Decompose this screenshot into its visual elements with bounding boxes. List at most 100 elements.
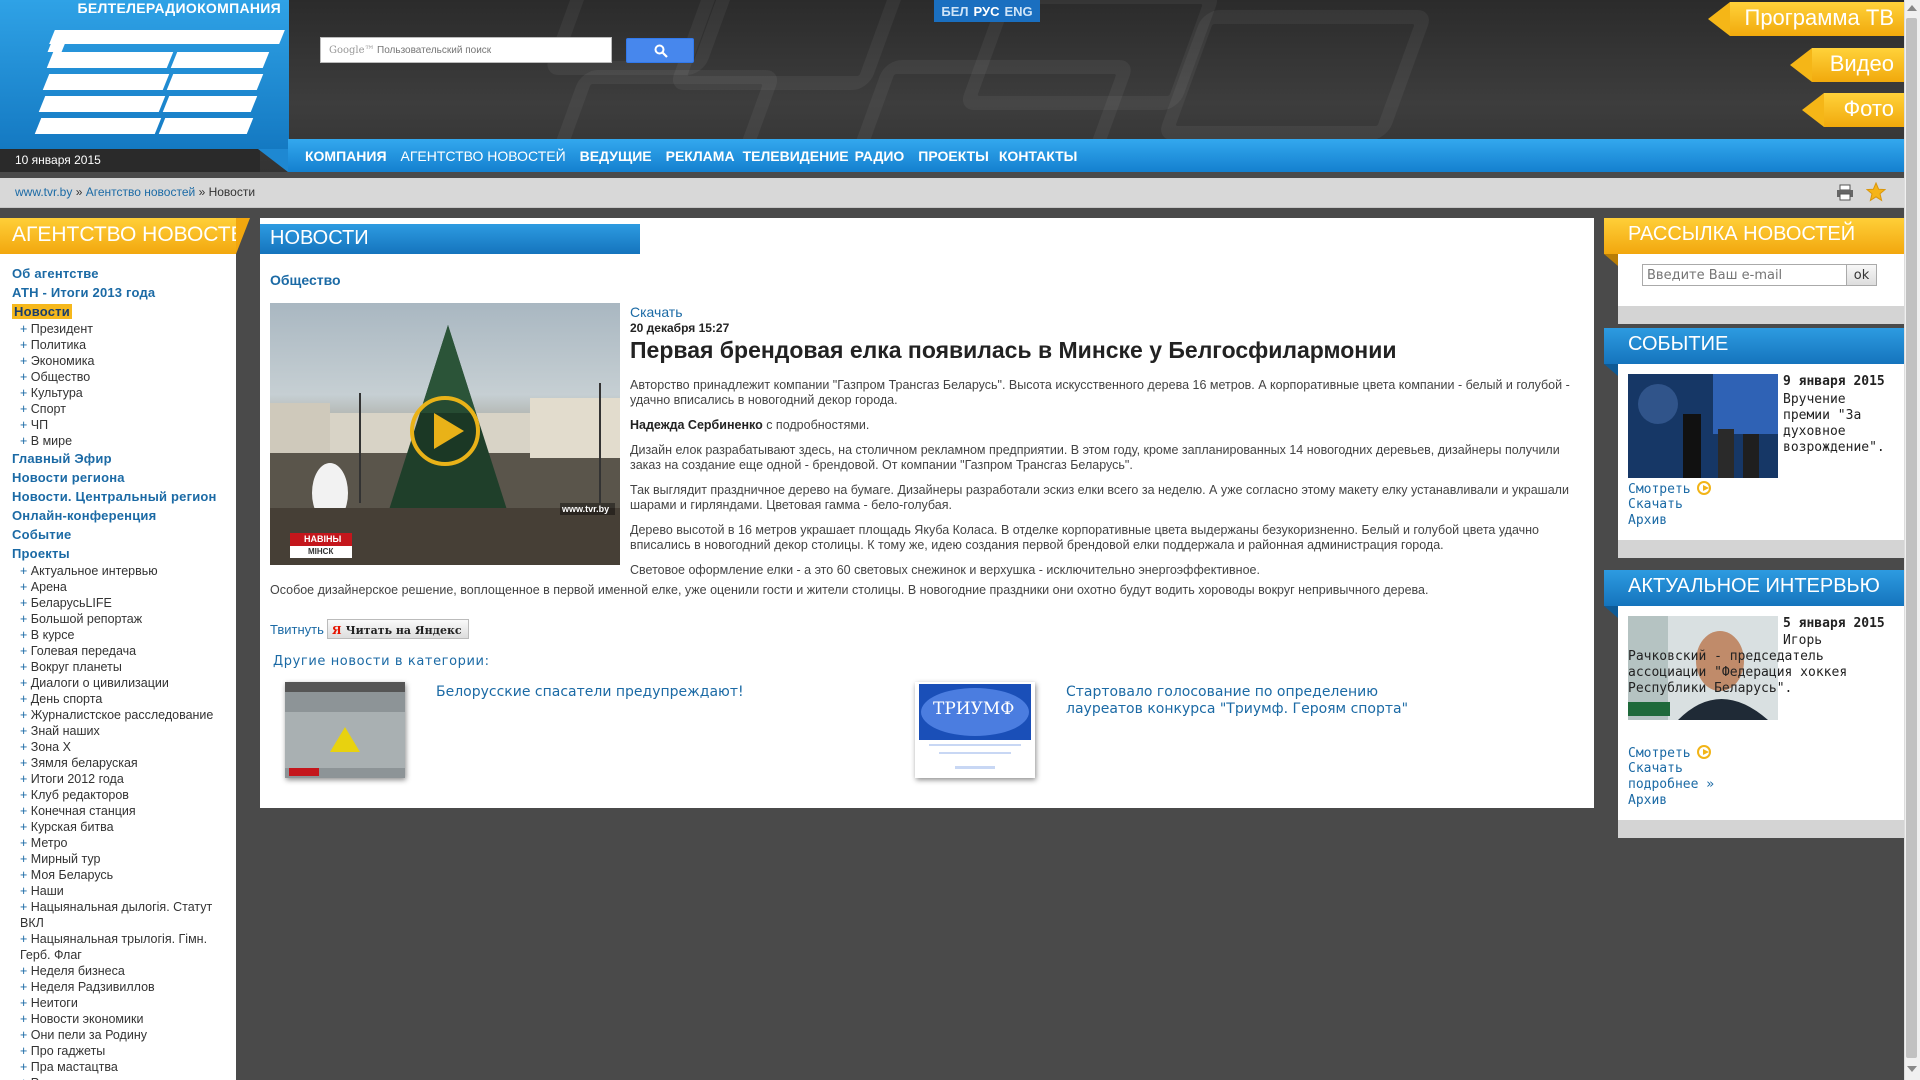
left-menu-subitem[interactable]: Метро (12, 835, 236, 851)
left-menu-subitem[interactable]: Журналистское расследование (12, 707, 236, 723)
site-logo[interactable]: БЕЛТЕЛЕРАДИОКОМПАНИЯ (0, 0, 289, 149)
interview-text: Игорь Рачковский - председатель ассоциац… (1628, 633, 1848, 696)
email-input[interactable] (1642, 264, 1847, 286)
left-menu-subitem[interactable]: В мире (12, 433, 236, 449)
left-menu-subitem[interactable]: Клуб редакторов (12, 787, 236, 803)
left-menu-item[interactable]: Об агентстве (12, 264, 236, 283)
left-menu-item[interactable]: Новости региона (12, 468, 236, 487)
left-menu-subitem[interactable]: Диалоги о цивилизации (12, 675, 236, 691)
tweet-link[interactable]: Твитнуть (270, 622, 324, 637)
scrollbar-thumb[interactable] (1906, 18, 1917, 1058)
video-tab[interactable]: Видео (1790, 48, 1904, 82)
left-menu-subitem[interactable]: Итоги 2012 года (12, 771, 236, 787)
category-link[interactable]: Общество (270, 272, 341, 288)
print-icon[interactable] (1836, 184, 1854, 201)
photo-tab[interactable]: Фото (1802, 93, 1904, 127)
left-menu-label: Новости региона (12, 470, 125, 485)
left-menu-item[interactable]: Событие (12, 525, 236, 544)
interview-more-link[interactable]: подробнее » (1628, 777, 1714, 792)
interview-watch-link[interactable]: Смотреть (1628, 745, 1711, 761)
left-menu-subitem[interactable]: Общество (12, 369, 236, 385)
breadcrumb-home[interactable]: www.tvr.by (15, 185, 72, 199)
subscribe-ok-button[interactable]: ok (1846, 264, 1877, 286)
yandex-read-button[interactable]: Я Читать на Яндекс (326, 619, 469, 639)
event-watch-link[interactable]: Смотреть (1628, 481, 1711, 497)
scroll-up-icon[interactable] (1907, 5, 1917, 11)
left-menu-subitem[interactable]: Вокруг планеты (12, 659, 236, 675)
left-menu-subitem[interactable]: Спорт (12, 401, 236, 417)
related-thumb-rescuers[interactable] (285, 682, 405, 778)
left-menu-item[interactable]: Онлайн-конференция (12, 506, 236, 525)
event-download-link[interactable]: Скачать (1628, 497, 1683, 512)
nav-tv[interactable]: ТЕЛЕВИДЕНИЕ (743, 148, 849, 164)
left-menu-subitem[interactable]: Актуальное интервью (12, 563, 236, 579)
left-menu-subitem[interactable]: День спорта (12, 691, 236, 707)
nav-radio[interactable]: РАДИО (855, 148, 905, 164)
left-menu-subitem[interactable]: Моя Беларусь (12, 867, 236, 883)
left-menu-subitem[interactable]: БеларусьLIFE (12, 595, 236, 611)
left-menu-subitem[interactable]: Зона Х (12, 739, 236, 755)
interview-download-link[interactable]: Скачать (1628, 761, 1683, 776)
search-button[interactable] (626, 38, 694, 63)
lang-en[interactable]: ENG (1004, 4, 1032, 19)
left-menu-subitem[interactable]: Президент (12, 321, 236, 337)
favorite-star-icon[interactable] (1866, 182, 1886, 202)
video-player[interactable]: НАВІНЫ МІНСК www.tvr.by (270, 303, 620, 565)
left-menu-label: Новости. Центральный регион (12, 489, 217, 504)
interview-archive-link[interactable]: Архив (1628, 793, 1667, 808)
left-menu-subitem[interactable]: Политика (12, 337, 236, 353)
left-menu-subitem[interactable]: Неделя бизнеса (12, 963, 236, 979)
download-link[interactable]: Скачать (630, 304, 1580, 320)
left-menu-subitem[interactable]: Новости экономики (12, 1011, 236, 1027)
nav-company[interactable]: КОМПАНИЯ (305, 148, 387, 164)
left-menu-item[interactable]: Новости. Центральный регион (12, 487, 236, 506)
left-menu-subitem[interactable]: Зямля беларуская (12, 755, 236, 771)
left-menu-subitem[interactable]: Арена (12, 579, 236, 595)
lang-be[interactable]: БЕЛ (941, 4, 968, 19)
nav-news-agency[interactable]: АГЕНТСТВО НОВОСТЕЙ (401, 148, 566, 164)
related-thumb-triumph[interactable]: ТРИУМФ (915, 682, 1035, 778)
left-menu-subitem[interactable]: Они пели за Родину (12, 1027, 236, 1043)
left-menu-subitem[interactable]: Экономика (12, 353, 236, 369)
tv-program-tab[interactable]: Программа ТВ (1708, 2, 1904, 36)
related-link-rescuers[interactable]: Белорусские спасатели предупреждают! (436, 684, 836, 701)
left-menu-subitem[interactable]: Нацыянальная дылогія. Статут ВКЛ (12, 899, 236, 931)
left-menu-subitem[interactable]: Про гаджеты (12, 1043, 236, 1059)
article-date: 20 декабря 15:27 (630, 321, 730, 335)
left-menu-subitem[interactable]: Знай наших (12, 723, 236, 739)
related-news-heading: Другие новости в категории: (273, 654, 490, 669)
left-menu-subitem[interactable]: Неитоги (12, 995, 236, 1011)
left-menu-subitem[interactable]: Неделя Радзивиллов (12, 979, 236, 995)
left-menu-subitem[interactable]: Культура (12, 385, 236, 401)
left-menu-subitem[interactable]: Конечная станция (12, 803, 236, 819)
left-menu-subitem[interactable]: В курсе (12, 627, 236, 643)
left-menu: Об агентстве АТН - Итоги 2013 года Новости… (0, 254, 236, 1080)
left-menu-subitem[interactable]: Большой репортаж (12, 611, 236, 627)
left-menu-subitem[interactable]: Нацыянальная трылогія. Гімн. Герб. Флаг (12, 931, 236, 963)
scroll-down-icon[interactable] (1907, 1066, 1917, 1072)
left-menu-subitem[interactable]: Расследование (12, 1075, 236, 1080)
left-menu-item[interactable]: АТН - Итоги 2013 года (12, 283, 236, 302)
left-menu-item[interactable]: Главный Эфир (12, 449, 236, 468)
left-menu-item[interactable]: Новости (12, 302, 236, 321)
interview-date: 5 января 2015 (1783, 616, 1885, 631)
left-menu-subitem[interactable]: Голевая передача (12, 643, 236, 659)
event-thumb[interactable] (1628, 374, 1778, 478)
article-paragraph: Авторство принадлежит компании "Газпром … (630, 378, 1570, 407)
nav-projects[interactable]: ПРОЕКТЫ (918, 148, 989, 164)
nav-ads[interactable]: РЕКЛАМА (666, 148, 735, 164)
left-menu-subitem[interactable]: Наши (12, 883, 236, 899)
left-menu-subitem[interactable]: Мирный тур (12, 851, 236, 867)
left-menu-subitem[interactable]: Курская битва (12, 819, 236, 835)
left-menu-subitem[interactable]: Пра мастацтва (12, 1059, 236, 1075)
left-menu-item[interactable]: Проекты (12, 544, 236, 563)
related-image (915, 682, 1035, 778)
nav-contacts[interactable]: КОНТАКТЫ (999, 148, 1077, 164)
event-archive-link[interactable]: Архив (1628, 513, 1667, 528)
lang-ru[interactable]: РУС (973, 4, 999, 19)
breadcrumb-section[interactable]: Агентство новостей (86, 185, 195, 199)
nav-hosts[interactable]: ВЕДУЩИЕ (580, 148, 652, 164)
left-menu-subitem[interactable]: ЧП (12, 417, 236, 433)
search-box[interactable]: Google™ (320, 37, 612, 63)
related-link-triumph[interactable]: Стартовало голосование по определению ла… (1066, 684, 1426, 718)
